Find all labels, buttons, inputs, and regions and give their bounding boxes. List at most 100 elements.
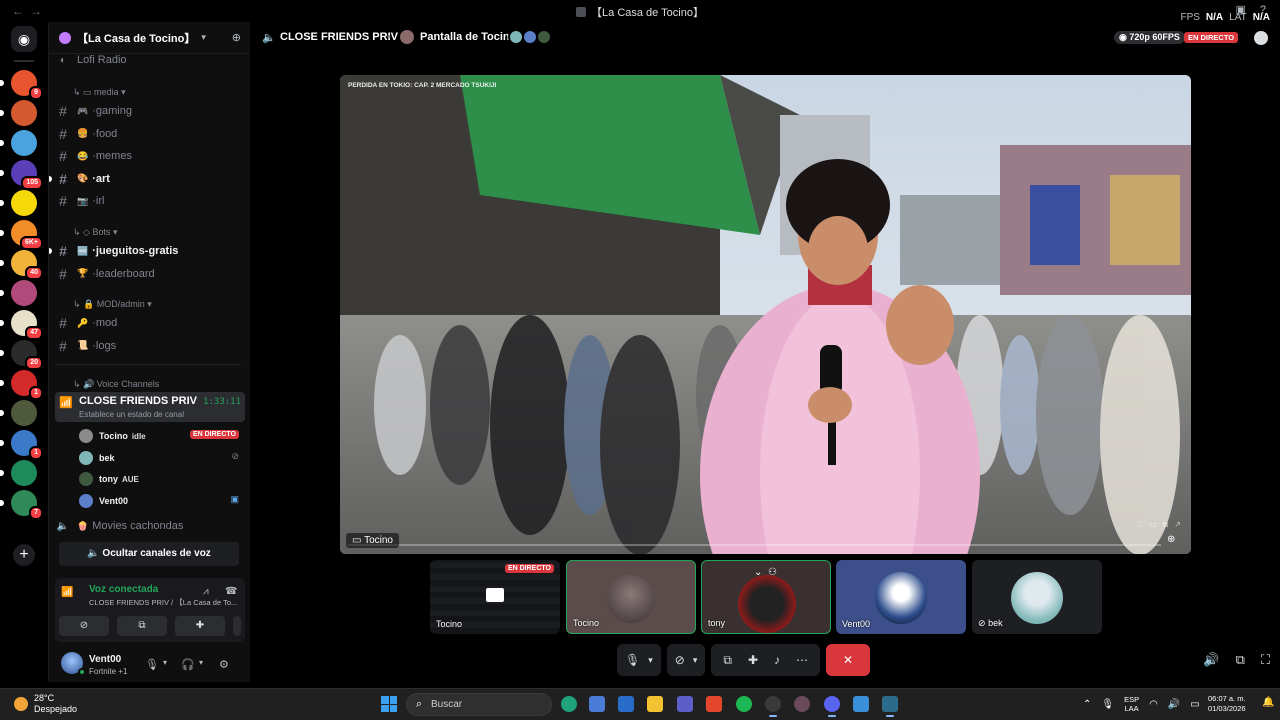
- discord-home-icon[interactable]: ◉: [11, 26, 37, 52]
- store-icon[interactable]: [589, 696, 605, 712]
- channel-lofi-radio[interactable]: ◐ Lofi Radio: [55, 50, 245, 70]
- server-icon[interactable]: [0, 400, 37, 426]
- more-icon[interactable]: ⋯: [796, 653, 808, 667]
- soundboard-button[interactable]: [233, 616, 241, 636]
- server-icon[interactable]: [0, 190, 37, 216]
- server-icon[interactable]: 40: [0, 250, 43, 280]
- chevron-up-icon[interactable]: ⌃: [1083, 699, 1091, 710]
- channel-art[interactable]: # 🎨 · art: [49, 169, 245, 189]
- participant-tile-bek[interactable]: ⊘ bek: [972, 560, 1102, 634]
- audio-app-icon[interactable]: [882, 696, 898, 717]
- share-screen-icon[interactable]: ⧉: [723, 653, 732, 668]
- disconnect-icon[interactable]: ☎: [225, 586, 237, 597]
- server-icon[interactable]: 9: [0, 70, 43, 100]
- teams-icon[interactable]: [677, 696, 693, 712]
- outlook-icon[interactable]: [618, 696, 634, 712]
- share-icon[interactable]: ↗: [1174, 520, 1181, 530]
- invite-people-icon[interactable]: ⊕: [232, 31, 241, 44]
- chevron-down-icon[interactable]: ▾: [199, 658, 203, 667]
- microphone-icon[interactable]: 🎙: [1101, 699, 1114, 710]
- chat-icon[interactable]: ▭: [1149, 520, 1157, 530]
- headphones-icon[interactable]: 🎧: [181, 658, 195, 671]
- channel-logs[interactable]: # 📜 · logs: [55, 336, 245, 356]
- participant-tile-tocino[interactable]: Tocino: [566, 560, 696, 634]
- stream-quality-badge[interactable]: ◉ 720p 60FPS: [1114, 31, 1185, 44]
- volume-icon[interactable]: 🔊: [1203, 652, 1219, 668]
- zoom-icon[interactable]: ⊕: [1167, 534, 1181, 548]
- taskbar-search[interactable]: ⌕ Buscar: [406, 693, 552, 716]
- obs-icon[interactable]: [765, 696, 781, 717]
- channel-gaming[interactable]: # 🎮 · gaming: [55, 101, 245, 121]
- server-icon[interactable]: 1: [0, 430, 43, 460]
- add-server-button[interactable]: +: [13, 544, 35, 566]
- voice-connected-subtitle[interactable]: CLOSE FRIENDS PRIV / 【La Casa de To...: [89, 597, 239, 608]
- server-icon[interactable]: [0, 460, 37, 486]
- discord-icon[interactable]: [824, 696, 840, 717]
- activities-button[interactable]: ✚: [175, 616, 225, 636]
- weather-widget[interactable]: 28°C Despejado: [14, 693, 77, 715]
- soundboard-icon[interactable]: ♪: [774, 653, 780, 667]
- wifi-icon[interactable]: ◠: [1149, 699, 1158, 710]
- category-media[interactable]: ↳ ▭ media ▾: [73, 87, 126, 98]
- category-bots[interactable]: ↳ ◇ Bots ▾: [73, 227, 118, 238]
- participant-tile-stream[interactable]: EN DIRECTO Tocino: [430, 560, 560, 634]
- share-screen-button[interactable]: ⧉: [117, 616, 167, 636]
- server-icon[interactable]: 20: [0, 340, 43, 370]
- windows-start-icon[interactable]: [381, 696, 397, 712]
- clock[interactable]: 06:07 a. m. 01/03/2026: [1208, 694, 1246, 714]
- noise-suppression-icon[interactable]: ⩘: [203, 586, 209, 597]
- username[interactable]: Vent00: [89, 654, 121, 665]
- language-indicator[interactable]: ESP LAA: [1124, 695, 1139, 713]
- camera-off-button[interactable]: ⊘: [59, 616, 109, 636]
- chevron-down-icon[interactable]: ⌄: [754, 567, 762, 578]
- voice-user-vent00[interactable]: Vent00 ▣: [79, 491, 243, 511]
- gear-icon[interactable]: ⚙: [219, 658, 229, 671]
- category-mod[interactable]: ↳ 🔒 MOD/admin ▾: [73, 299, 152, 310]
- channel-memes[interactable]: # 😂 · memes: [55, 146, 245, 166]
- server-icon[interactable]: [0, 100, 37, 126]
- activities-icon[interactable]: ✚: [748, 653, 758, 667]
- app-icon[interactable]: [794, 696, 810, 712]
- voice-channel-movies[interactable]: 🔈 🍿 Movies cachondas: [55, 516, 245, 536]
- stream-video[interactable]: PERDIDA EN TOKIO: CAP. 2 MERCADO TSUKIJI…: [340, 75, 1191, 554]
- app-icon[interactable]: [853, 696, 869, 712]
- server-icon[interactable]: 105: [0, 160, 43, 190]
- voice-user-tocino[interactable]: Tocino idle EN DIRECTO: [79, 426, 243, 446]
- hide-voice-channels-button[interactable]: 🔈 Ocultar canales de voz: [59, 542, 239, 566]
- popout-icon[interactable]: ⧉: [1163, 520, 1169, 530]
- microphone-icon[interactable]: 🎙: [145, 658, 159, 671]
- volume-icon[interactable]: 🔊: [1168, 699, 1180, 710]
- channel-jueguitos-gratis[interactable]: # 🆓 · jueguitos-gratis: [49, 241, 245, 261]
- file-explorer-icon[interactable]: [647, 696, 663, 712]
- server-icon[interactable]: 1: [0, 370, 43, 400]
- add-friend-icon[interactable]: ⚇: [768, 567, 777, 578]
- server-icon[interactable]: 6K+: [0, 220, 43, 250]
- edge-icon[interactable]: [561, 696, 577, 712]
- spotify-icon[interactable]: [736, 696, 752, 712]
- chevron-down-icon[interactable]: ▾: [163, 658, 167, 667]
- popout-icon[interactable]: ⧉: [1236, 652, 1245, 668]
- server-icon[interactable]: 47: [0, 310, 43, 340]
- voice-user-bek[interactable]: bek ⊘: [79, 448, 243, 468]
- server-icon[interactable]: 7: [0, 490, 43, 520]
- channel-leaderboard[interactable]: # 🏆 · leaderboard: [55, 264, 245, 284]
- server-icon[interactable]: [0, 130, 37, 156]
- server-icon[interactable]: [0, 280, 37, 306]
- chat-icon[interactable]: [1254, 31, 1268, 45]
- battery-icon[interactable]: ▭: [1190, 699, 1199, 710]
- channel-mod[interactable]: # 🔑 · mod: [55, 313, 245, 333]
- brave-icon[interactable]: [706, 696, 722, 712]
- set-channel-status[interactable]: Establece un estado de canal: [79, 410, 184, 419]
- camera-button[interactable]: ⊘ ▾: [666, 644, 706, 676]
- fullscreen-icon[interactable]: ⛶: [1261, 652, 1270, 668]
- channel-food[interactable]: # 🍔 · food: [55, 124, 245, 144]
- channel-irl[interactable]: # 📷 · irl: [55, 191, 245, 211]
- notification-bell-icon[interactable]: 🔔: [1262, 697, 1274, 708]
- participant-tile-vent00[interactable]: Vent00: [836, 560, 966, 634]
- voice-channel-close-friends[interactable]: 📶 CLOSE FRIENDS PRIV 1:33:11 Establece u…: [55, 392, 245, 422]
- microphone-button[interactable]: 🎙 ▾: [617, 644, 661, 676]
- category-voice[interactable]: ↳ 🔊 Voice Channels: [73, 379, 159, 390]
- reaction-icon[interactable]: ♡: [1136, 520, 1143, 530]
- signal-icon[interactable]: 📶: [61, 587, 73, 598]
- participant-tile-tony[interactable]: ⌄ ⚇ tony: [701, 560, 831, 634]
